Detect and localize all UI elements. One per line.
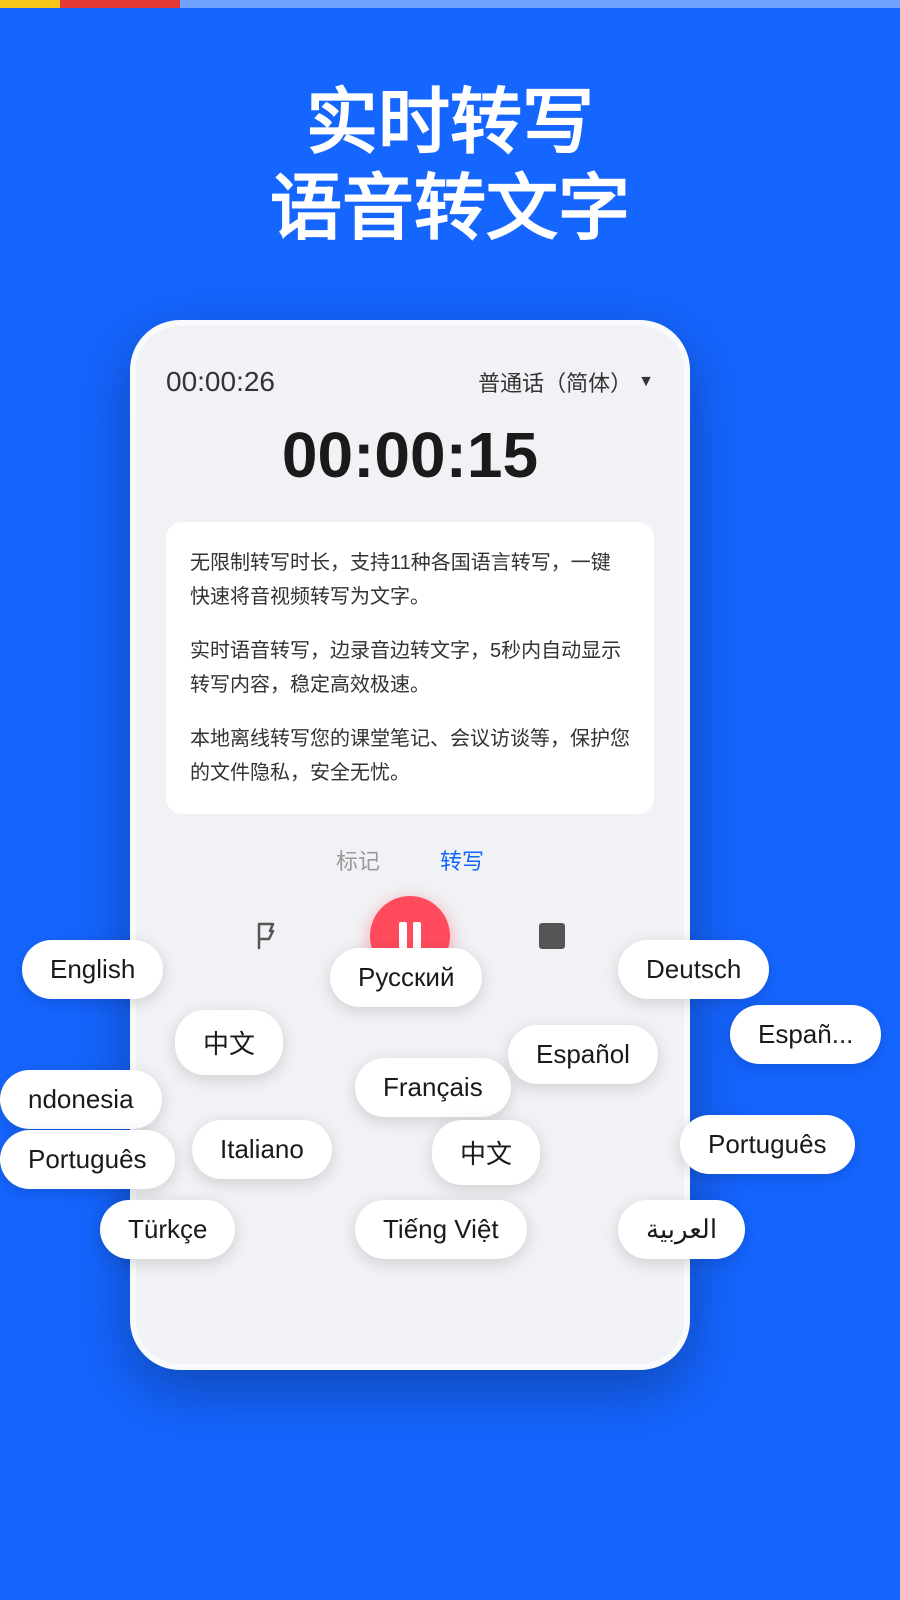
language-pill-deutsch[interactable]: Deutsch [618, 940, 769, 999]
language-pill-turkce[interactable]: Türkçe [100, 1200, 235, 1259]
stop-button[interactable] [530, 914, 574, 958]
content-paragraph-1: 无限制转写时长，支持11种各国语言转写，一键快速将音视频转写为文字。 [190, 546, 630, 614]
pause-bar-left [399, 922, 407, 950]
progress-segment-yellow [0, 0, 60, 8]
language-pill-russian[interactable]: Русский [330, 948, 482, 1007]
tab-transcribe[interactable]: 转写 [440, 844, 484, 876]
hero-title: 实时转写 语音转文字 [0, 80, 900, 253]
language-pill-chinese1[interactable]: 中文 [175, 1010, 283, 1075]
bottom-tabs: 标记 转写 [166, 834, 654, 876]
language-pill-italiano[interactable]: Italiano [192, 1120, 332, 1179]
tab-mark[interactable]: 标记 [336, 844, 380, 876]
language-pill-english[interactable]: English [22, 940, 163, 999]
content-paragraph-3: 本地离线转写您的课堂笔记、会议访谈等，保护您的文件隐私，安全无忧。 [190, 722, 630, 790]
language-pill-espanol2[interactable]: Españ... [730, 1005, 881, 1064]
content-paragraph-2: 实时语音转写，边录音边转文字，5秒内自动显示转写内容，稳定高效极速。 [190, 634, 630, 702]
language-pill-portugues1[interactable]: Português [0, 1130, 175, 1189]
flag-button[interactable] [246, 914, 290, 958]
language-selector[interactable]: 普通话（简体） ▼ [478, 366, 654, 398]
progress-segment-red [60, 0, 180, 8]
flag-icon [252, 920, 284, 952]
hero-title-line1: 实时转写 [0, 80, 900, 166]
main-timer: 00:00:15 [166, 418, 654, 492]
content-area: 无限制转写时长，支持11种各国语言转写，一键快速将音视频转写为文字。 实时语音转… [166, 522, 654, 814]
language-pill-francais[interactable]: Français [355, 1058, 511, 1117]
pause-icon [399, 922, 421, 950]
pause-bar-right [413, 922, 421, 950]
language-selector-text: 普通话（简体） [478, 366, 632, 398]
hero-title-line2: 语音转文字 [0, 166, 900, 252]
language-pill-espanol[interactable]: Español [508, 1025, 658, 1084]
language-pill-chinese2[interactable]: 中文 [432, 1120, 540, 1185]
timer-row: 00:00:26 普通话（简体） ▼ [166, 366, 654, 398]
chevron-down-icon: ▼ [638, 373, 654, 391]
language-pill-portugues2[interactable]: Português [680, 1115, 855, 1174]
language-pill-tiengviet[interactable]: Tiếng Việt [355, 1200, 527, 1259]
language-pill-indonesia[interactable]: ndonesia [0, 1070, 162, 1129]
stop-icon [539, 923, 565, 949]
small-timer: 00:00:26 [166, 366, 275, 398]
progress-bar [0, 0, 900, 8]
language-pill-arabic[interactable]: العربية [618, 1200, 745, 1259]
progress-segment-white [180, 0, 900, 8]
